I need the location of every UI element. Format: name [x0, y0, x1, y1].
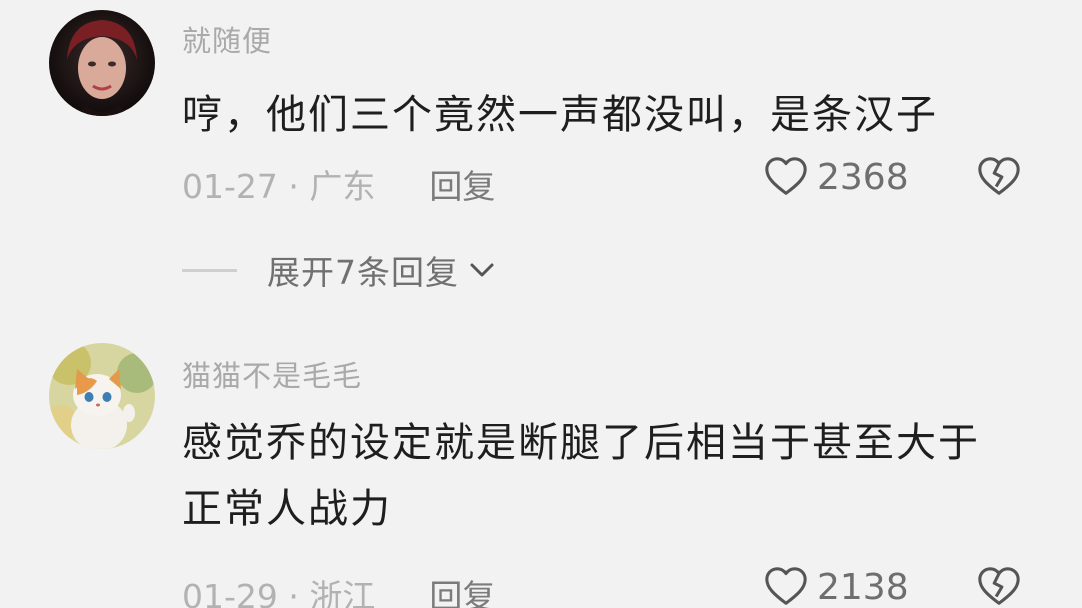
- heart-outline-icon: [765, 157, 807, 195]
- avatar[interactable]: [49, 343, 155, 449]
- broken-heart-icon: [978, 567, 1020, 605]
- like-button[interactable]: 2368: [763, 154, 909, 200]
- expand-replies[interactable]: 展开7条回复: [182, 246, 497, 294]
- username[interactable]: 猫猫不是毛毛: [182, 353, 362, 395]
- reply-button[interactable]: 回复: [429, 570, 495, 608]
- divider: [182, 268, 237, 272]
- chevron-down-icon: [470, 263, 494, 277]
- comment-text: 哼，他们三个竟然一声都没叫，是条汉子: [182, 92, 938, 138]
- date-location: 01-29 · 浙江: [182, 577, 376, 608]
- reply-button[interactable]: 回复: [429, 160, 495, 208]
- like-count: 2368: [817, 156, 909, 198]
- like-count: 2138: [817, 566, 909, 608]
- comment-text: 感觉乔的设定就是断腿了后相当于甚至大于正常人战力: [182, 420, 980, 532]
- broken-heart-icon: [978, 157, 1020, 195]
- expand-replies-label: 展开7条回复: [267, 253, 459, 292]
- heart-outline-icon: [765, 567, 807, 605]
- like-button[interactable]: 2138: [763, 564, 909, 608]
- dislike-button[interactable]: [975, 154, 1023, 204]
- username[interactable]: 就随便: [182, 18, 272, 60]
- comment-meta: 01-27 · 广东 回复: [182, 160, 495, 208]
- date-location: 01-27 · 广东: [182, 167, 376, 206]
- dislike-button[interactable]: [975, 564, 1023, 608]
- comment-list: 就随便 哼，他们三个竟然一声都没叫，是条汉子 01-27 · 广东 回复 236…: [0, 0, 1082, 608]
- comment-meta: 01-29 · 浙江 回复: [182, 570, 495, 608]
- avatar[interactable]: [49, 10, 155, 116]
